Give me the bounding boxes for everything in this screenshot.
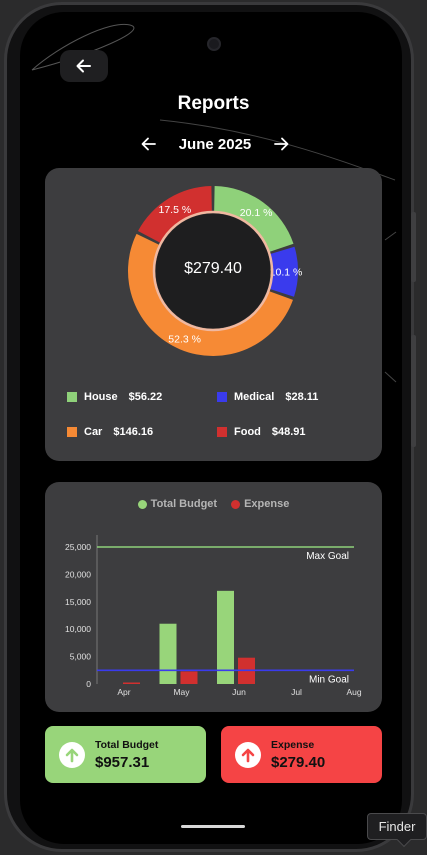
legend-amount: $28.11 bbox=[285, 391, 319, 403]
legend-expense: Expense bbox=[231, 498, 289, 510]
budget-expense-card bbox=[45, 482, 382, 712]
device-stage: Reports June 2025 20.1 % 10.1 % 52.3 % 17.5… bbox=[0, 0, 427, 855]
legend-label: Medical bbox=[234, 391, 275, 403]
arrow-left-icon bbox=[76, 59, 91, 73]
legend-swatch bbox=[67, 392, 77, 402]
page-title: Reports bbox=[177, 93, 250, 114]
legend-dot bbox=[137, 499, 147, 509]
finder-tooltip: Finder bbox=[367, 813, 427, 840]
legend-swatch bbox=[217, 427, 227, 437]
category-breakdown-card bbox=[45, 168, 382, 461]
donut-center-amount: $279.40 bbox=[184, 260, 242, 277]
legend-amount: $146.16 bbox=[113, 426, 154, 438]
legend-total-budget: Total Budget bbox=[137, 498, 218, 510]
legend-amount: $48.91 bbox=[271, 426, 306, 438]
arrow-up-circle-icon bbox=[59, 741, 85, 768]
legend-item-house: House $56.22 bbox=[67, 391, 162, 403]
legend-item-food: Food $48.91 bbox=[217, 426, 306, 438]
expense-value: $279.40 bbox=[271, 753, 326, 771]
total-budget-value: $957.31 bbox=[95, 753, 150, 771]
legend-label: Total Budget bbox=[150, 498, 218, 510]
back-button[interactable] bbox=[60, 50, 108, 82]
legend-item-medical: Medical $28.11 bbox=[217, 391, 318, 403]
legend-swatch bbox=[67, 427, 77, 437]
total-budget-card[interactable]: Total Budget $957.31 bbox=[45, 726, 206, 783]
prev-month-button[interactable] bbox=[140, 135, 158, 153]
volume-up-button bbox=[411, 212, 416, 282]
month-selector: June 2025 bbox=[140, 133, 290, 155]
bar-chart-legend: Total Budget Expense bbox=[0, 498, 427, 510]
legend-label: Expense bbox=[244, 498, 290, 510]
expense-label: Expense bbox=[271, 738, 315, 751]
arrow-up-circle-icon bbox=[235, 741, 261, 768]
month-label: June 2025 bbox=[178, 135, 252, 153]
next-month-button[interactable] bbox=[272, 135, 290, 153]
legend-dot bbox=[231, 499, 241, 509]
legend-swatch bbox=[217, 392, 227, 402]
expense-card[interactable]: Expense $279.40 bbox=[221, 726, 382, 783]
legend-amount: $56.22 bbox=[128, 391, 163, 403]
legend-label: House bbox=[84, 391, 118, 403]
total-budget-label: Total Budget bbox=[95, 738, 159, 751]
legend-label: Food bbox=[234, 426, 261, 438]
front-camera bbox=[207, 37, 221, 51]
power-button bbox=[411, 335, 416, 447]
legend-label: Car bbox=[84, 426, 103, 438]
legend-item-car: Car $146.16 bbox=[67, 426, 153, 438]
home-indicator[interactable] bbox=[181, 825, 245, 828]
